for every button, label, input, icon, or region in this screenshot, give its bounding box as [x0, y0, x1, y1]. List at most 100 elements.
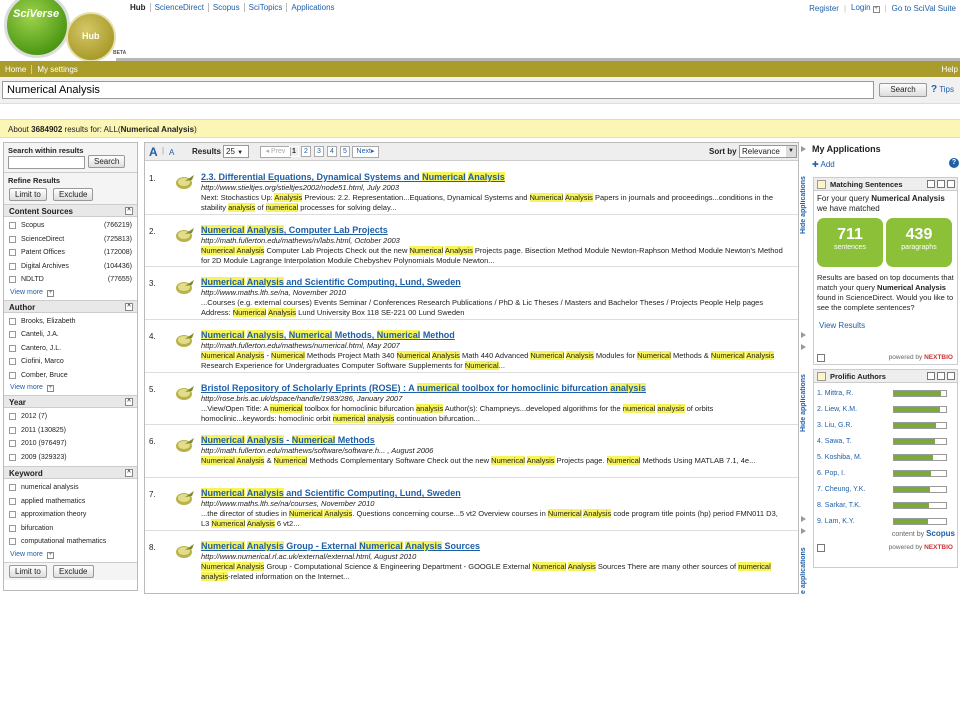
goto-scival-link[interactable]: Go to SciVal Suite: [892, 4, 956, 13]
author-row[interactable]: 2. Liew, K.M.: [814, 401, 957, 417]
checkbox[interactable]: [9, 371, 16, 379]
checkbox[interactable]: [9, 276, 16, 284]
keyword-header[interactable]: Keyword ^: [4, 466, 137, 479]
view-results-link[interactable]: View Results: [819, 321, 865, 330]
author-row[interactable]: 5. Koshiba, M.: [814, 449, 957, 465]
view-more-link[interactable]: View more +: [4, 382, 137, 395]
hide-applications-link[interactable]: Hide applications: [800, 154, 810, 234]
page-5[interactable]: 5: [340, 146, 350, 157]
view-more-link[interactable]: View more +: [4, 287, 137, 300]
register-link[interactable]: Register: [809, 4, 839, 13]
result-title-link[interactable]: Numerical Analysis and Scientific Comput…: [201, 277, 461, 287]
minimize-icon[interactable]: [937, 180, 945, 188]
result-type-icon[interactable]: [175, 436, 195, 453]
settings-icon[interactable]: [817, 544, 825, 552]
result-title-link[interactable]: Bristol Repository of Scholarly Eprints …: [201, 383, 646, 393]
checkbox[interactable]: [9, 413, 16, 421]
result-title-link[interactable]: Numerical Analysis Group - External Nume…: [201, 541, 480, 551]
author-name[interactable]: 2. Liew, K.M.: [817, 406, 857, 413]
filter-row[interactable]: ScienceDirect (725813): [4, 233, 137, 247]
minimize-icon[interactable]: [937, 372, 945, 380]
sentences-count-box[interactable]: 711 sentences: [817, 218, 883, 267]
filter-row[interactable]: numerical analysis: [4, 481, 137, 495]
filter-row[interactable]: Comber, Bruce: [4, 369, 137, 383]
filter-row[interactable]: 2010 (976497): [4, 437, 137, 451]
result-type-icon[interactable]: [175, 331, 195, 348]
results-per-page-select[interactable]: 25 ▼: [223, 145, 249, 158]
filter-row[interactable]: applied mathematics: [4, 495, 137, 509]
topnav-sciencedirect[interactable]: ScienceDirect: [149, 3, 208, 12]
checkbox[interactable]: [9, 222, 16, 230]
checkbox[interactable]: [9, 331, 16, 339]
result-title-link[interactable]: Numerical Analysis, Computer Lab Project…: [201, 225, 388, 235]
filter-row[interactable]: Cantero, J.L.: [4, 342, 137, 356]
checkbox[interactable]: [9, 426, 16, 434]
search-within-input[interactable]: [8, 156, 85, 169]
author-row[interactable]: 6. Pop, I.: [814, 465, 957, 481]
checkbox[interactable]: [9, 262, 16, 270]
limit-to-button-bottom[interactable]: Limit to: [9, 564, 47, 578]
filter-row[interactable]: Scopus (766219): [4, 219, 137, 233]
author-row[interactable]: 9. Lam, K.Y.: [814, 513, 957, 529]
scopus-logo[interactable]: Scopus: [926, 529, 955, 538]
page-3[interactable]: 3: [314, 146, 324, 157]
menu-my-settings[interactable]: My settings: [31, 64, 82, 74]
result-type-icon[interactable]: [175, 226, 195, 243]
hide-applications-link[interactable]: e applications: [800, 536, 810, 594]
collapse-icon[interactable]: ^: [125, 207, 133, 215]
search-button[interactable]: Search: [879, 83, 927, 97]
author-name[interactable]: 7. Cheung, Y.K.: [817, 486, 865, 493]
filter-row[interactable]: Digital Archives (104436): [4, 260, 137, 274]
result-type-icon[interactable]: [175, 489, 195, 506]
hide-applications-strip[interactable]: Hide applications Hide applications e ap…: [800, 142, 810, 596]
filter-row[interactable]: Canteli, J.A.: [4, 328, 137, 342]
hide-applications-link[interactable]: Hide applications: [800, 352, 810, 432]
page-2[interactable]: 2: [301, 146, 311, 157]
topnav-scopus[interactable]: Scopus: [207, 3, 244, 12]
author-name[interactable]: 1. Mittra, R.: [817, 390, 853, 397]
add-application-link[interactable]: ✚ Add: [812, 160, 835, 169]
checkbox[interactable]: [9, 358, 16, 366]
result-title-link[interactable]: 2.3. Differential Equations, Dynamical S…: [201, 172, 505, 182]
author-name[interactable]: 6. Pop, I.: [817, 470, 845, 477]
filter-row[interactable]: Patent Offices (172008): [4, 246, 137, 260]
checkbox[interactable]: [9, 484, 16, 492]
page-1[interactable]: 1: [289, 146, 299, 157]
author-header[interactable]: Author ^: [4, 299, 137, 313]
author-name[interactable]: 9. Lam, K.Y.: [817, 518, 855, 525]
filter-row[interactable]: 2011 (130825): [4, 424, 137, 438]
checkbox[interactable]: [9, 249, 16, 257]
help-link[interactable]: Help: [942, 65, 958, 74]
filter-row[interactable]: approximation theory: [4, 508, 137, 522]
font-size-large-icon[interactable]: A: [149, 145, 158, 159]
result-title-link[interactable]: Numerical Analysis, Numerical Methods, N…: [201, 330, 455, 340]
collapse-arrow-icon[interactable]: [801, 516, 806, 522]
filter-row[interactable]: NDLTD (77655): [4, 273, 137, 287]
help-icon[interactable]: ?: [949, 158, 959, 168]
topnav-hub[interactable]: Hub: [130, 3, 150, 12]
author-name[interactable]: 4. Sawa, T.: [817, 438, 852, 445]
collapse-icon[interactable]: ^: [125, 398, 133, 406]
checkbox[interactable]: [9, 440, 16, 448]
collapse-icon[interactable]: [947, 180, 955, 188]
tips-link[interactable]: ? Tips: [931, 84, 954, 95]
next-page-button[interactable]: Next▸: [352, 146, 379, 158]
collapse-arrow-icon[interactable]: [801, 528, 806, 534]
checkbox[interactable]: [9, 511, 16, 519]
nextbio-logo[interactable]: NEXTBIO: [924, 544, 953, 551]
collapse-arrow-icon[interactable]: [801, 344, 806, 350]
author-name[interactable]: 3. Liu, G.R.: [817, 422, 852, 429]
checkbox[interactable]: [9, 538, 16, 546]
collapse-icon[interactable]: ^: [125, 302, 133, 311]
font-size-small-icon[interactable]: A: [169, 148, 174, 157]
author-row[interactable]: 8. Sarkar, T.K.: [814, 497, 957, 513]
checkbox[interactable]: [9, 497, 16, 505]
login-link[interactable]: Login +: [851, 3, 880, 13]
author-row[interactable]: 4. Sawa, T.: [814, 433, 957, 449]
author-row[interactable]: 7. Cheung, Y.K.: [814, 481, 957, 497]
filter-row[interactable]: computational mathematics: [4, 535, 137, 549]
content-sources-header[interactable]: Content Sources ^: [4, 204, 137, 217]
nextbio-logo[interactable]: NEXTBIO: [924, 354, 953, 361]
checkbox[interactable]: [9, 235, 16, 243]
result-type-icon[interactable]: [175, 384, 195, 401]
